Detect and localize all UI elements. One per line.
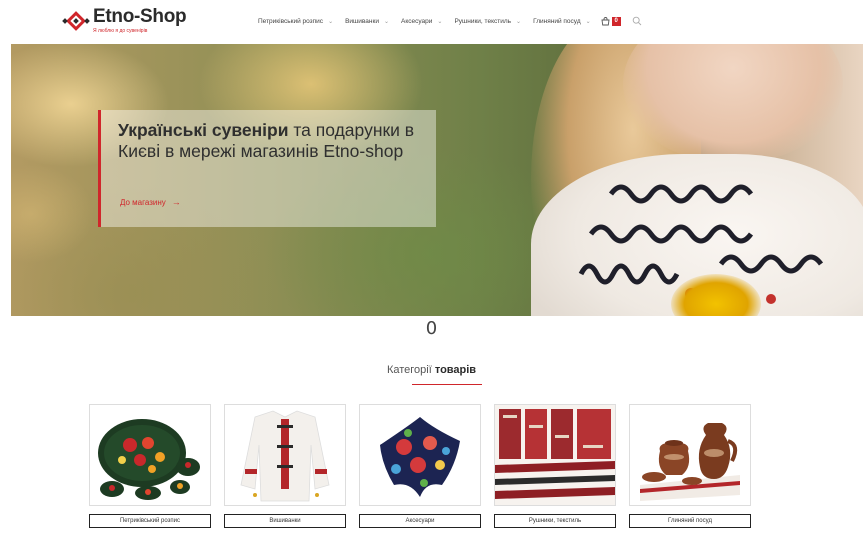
nav-item-label: Аксесуари xyxy=(401,17,433,25)
search-icon[interactable] xyxy=(632,16,642,26)
logo-icon xyxy=(62,11,90,31)
category-card-towels[interactable]: Рушники, текстиль xyxy=(494,404,616,528)
floral-scarf-image xyxy=(380,417,460,497)
site-header: Etno-Shop Я люблю я до сувенірів Петрикі… xyxy=(0,0,863,44)
category-label[interactable]: Рушники, текстиль xyxy=(494,514,616,528)
category-card-pottery[interactable]: Глиняний посуд xyxy=(629,404,751,528)
shop-link[interactable]: До магазину → xyxy=(120,197,181,207)
embroidered-towels-image xyxy=(495,405,615,505)
nav-item-label: Петриківський розпис xyxy=(258,17,324,25)
category-label[interactable]: Петриківський розпис xyxy=(89,514,211,528)
hero-banner: Українські сувеніри та подарунки в Києві… xyxy=(11,44,863,316)
shop-link-label: До магазину xyxy=(120,197,166,207)
category-image[interactable] xyxy=(629,404,751,506)
cart-icon[interactable] xyxy=(601,16,610,26)
nav-item-label: Рушники, текстиль xyxy=(454,17,512,25)
cart-count-badge[interactable]: 0 xyxy=(611,16,621,26)
embroidered-shirt-image xyxy=(240,410,330,502)
category-image[interactable] xyxy=(89,404,211,506)
clay-pottery-image xyxy=(640,423,740,501)
slider-counter: 0 xyxy=(425,318,438,339)
category-image[interactable] xyxy=(224,404,346,506)
nav-item-petrykivka[interactable]: Петриківський розпис ⌄ xyxy=(258,18,333,25)
nav-item-towels[interactable]: Рушники, текстиль ⌄ xyxy=(454,18,521,25)
category-card-accessories[interactable]: Аксесуари xyxy=(359,404,481,528)
arrow-right-icon: → xyxy=(171,197,181,207)
section-title: Категорії товарів xyxy=(0,364,863,376)
chevron-down-icon: ⌄ xyxy=(328,18,334,25)
category-label[interactable]: Вишиванки xyxy=(224,514,346,528)
nav-item-vyshyvanky[interactable]: Вишиванки ⌄ xyxy=(345,18,389,25)
hero-heading-bold: Українські сувеніри xyxy=(118,120,289,140)
hero-card: Українські сувеніри та подарунки в Києві… xyxy=(98,110,436,227)
category-card-vyshyvanky[interactable]: Вишиванки xyxy=(224,404,346,528)
nav-item-pottery[interactable]: Глиняний посуд ⌄ xyxy=(533,18,591,25)
nav-item-accessories[interactable]: Аксесуари ⌄ xyxy=(401,18,442,25)
category-image[interactable] xyxy=(359,404,481,506)
chevron-down-icon: ⌄ xyxy=(383,18,389,25)
nav-item-label: Глиняний посуд xyxy=(533,17,581,25)
section-title-light: Категорії xyxy=(386,364,435,376)
category-grid: Петриківський розпис Вишиванки Аксесуари… xyxy=(89,404,764,528)
logo-tagline: Я люблю я до сувенірів xyxy=(93,28,148,34)
main-nav: Петриківський розпис ⌄ Вишиванки ⌄ Аксес… xyxy=(258,13,642,29)
chevron-down-icon: ⌄ xyxy=(585,18,591,25)
section-title-bold: товарів xyxy=(434,364,477,376)
category-image[interactable] xyxy=(494,404,616,506)
section-underline xyxy=(412,384,482,385)
category-label[interactable]: Аксесуари xyxy=(359,514,481,528)
petrykivka-dishes-image xyxy=(98,419,200,500)
chevron-down-icon: ⌄ xyxy=(516,18,522,25)
hero-heading: Українські сувеніри та подарунки в Києві… xyxy=(118,120,418,162)
category-label[interactable]: Глиняний посуд xyxy=(629,514,751,528)
logo-title: Etno-Shop xyxy=(93,6,187,27)
logo[interactable]: Etno-Shop Я люблю я до сувенірів xyxy=(62,6,187,35)
chevron-down-icon: ⌄ xyxy=(437,18,443,25)
nav-item-label: Вишиванки xyxy=(345,17,379,25)
category-card-petrykivka[interactable]: Петриківський розпис xyxy=(89,404,211,528)
